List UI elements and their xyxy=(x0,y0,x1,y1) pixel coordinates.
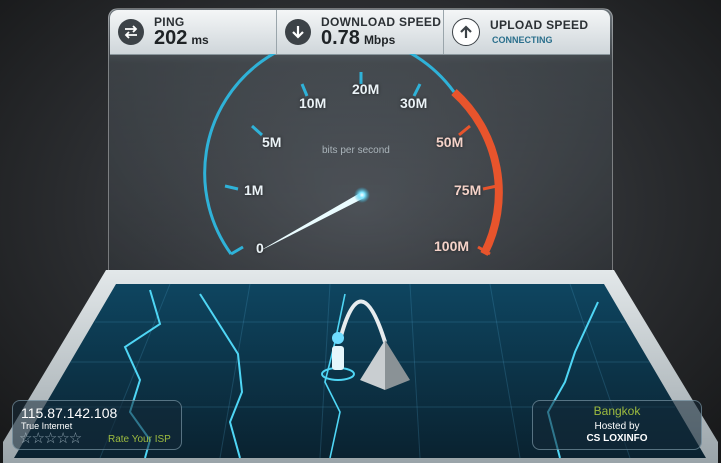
ping-stat: PING 202 ms xyxy=(110,10,277,54)
upload-arrow-icon xyxy=(452,18,480,46)
tick-label-20m: 20M xyxy=(352,81,380,97)
client-ip: 115.87.142.108 xyxy=(21,405,118,421)
tick-label-1m: 1M xyxy=(244,182,264,198)
rate-isp-link[interactable]: Rate Your ISP xyxy=(108,434,171,445)
tick-label-5m: 5M xyxy=(262,134,282,150)
tick-label-50m: 50M xyxy=(436,134,464,150)
user-location-icon xyxy=(332,332,344,370)
upload-stat: UPLOAD SPEED CONNECTING xyxy=(444,10,610,54)
client-info-panel: 115.87.142.108 True Internet ☆☆☆☆☆ Rate … xyxy=(12,400,182,450)
download-stat: DOWNLOAD SPEED 0.78 Mbps xyxy=(277,10,444,54)
hosted-by-label: Hosted by xyxy=(594,421,640,432)
server-info-panel: Bangkok Hosted by CS LOXINFO xyxy=(532,400,702,450)
gauge-arc-hot xyxy=(451,89,503,256)
tick-label-10m: 10M xyxy=(299,95,327,111)
ping-value: 202 xyxy=(154,27,188,49)
server-city[interactable]: Bangkok xyxy=(533,404,701,418)
tick-label-0: 0 xyxy=(256,240,264,256)
upload-status: CONNECTING xyxy=(492,35,553,45)
ping-unit: ms xyxy=(191,33,209,47)
gauge-needle xyxy=(256,193,364,253)
tick-label-30m: 30M xyxy=(400,95,428,111)
gauge-caption: bits per second xyxy=(322,145,390,156)
stats-bar: PING 202 ms DOWNLOAD SPEED 0.78 Mbps UPLOA… xyxy=(110,10,610,55)
download-arrow-icon xyxy=(285,19,311,45)
tick-label-75m: 75M xyxy=(454,182,482,198)
rating-stars[interactable]: ☆☆☆☆☆ xyxy=(19,429,82,447)
server-host: CS LOXINFO xyxy=(586,433,648,444)
upload-label: UPLOAD SPEED xyxy=(490,18,589,32)
needle-hub xyxy=(354,187,370,203)
download-unit: Mbps xyxy=(363,33,396,47)
tick-label-100m: 100M xyxy=(434,238,470,254)
ping-arrows-icon xyxy=(118,19,144,45)
download-value: 0.78 xyxy=(321,27,360,49)
